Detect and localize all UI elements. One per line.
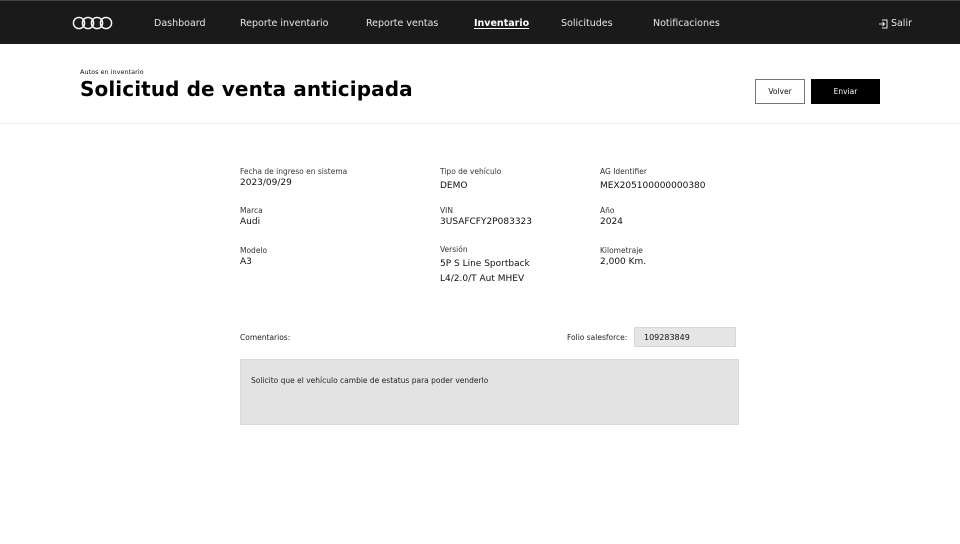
field-label: Kilometraje <box>600 246 643 255</box>
logout-button[interactable]: Salir <box>878 18 912 29</box>
nav-item-reporte-ventas[interactable]: Reporte ventas <box>366 18 438 29</box>
field-label: AG Identifier <box>600 167 647 176</box>
breadcrumb[interactable]: Autos en inventario <box>80 68 144 76</box>
back-button[interactable]: Volver <box>755 79 805 104</box>
field-kilometraje: Kilometraje 2,000 Km. <box>600 246 646 270</box>
field-label: VIN <box>440 206 453 215</box>
field-value-line2: L4/2.0/T Aut MHEV <box>440 274 525 284</box>
folio-salesforce-label: Folio salesforce: <box>567 333 628 342</box>
field-vin: VIN 3USAFCFY2P083323 <box>440 206 532 230</box>
comments-textarea[interactable]: Solicito que el vehículo cambie de estat… <box>240 359 739 425</box>
field-label: Versión <box>440 245 468 254</box>
field-label: Tipo de vehículo <box>440 167 502 176</box>
comments-label: Comentarios: <box>240 333 291 342</box>
field-label: Fecha de ingreso en sistema <box>240 167 348 176</box>
audi-rings-icon[interactable] <box>72 15 114 31</box>
logout-label: Salir <box>890 18 912 29</box>
field-value: 2023/09/29 <box>240 178 292 188</box>
field-value: 2,000 Km. <box>600 257 647 267</box>
field-marca: Marca Audi <box>240 206 263 230</box>
field-value: DEMO <box>440 181 468 191</box>
page-header: Autos en inventario Solicitud de venta a… <box>0 44 960 124</box>
field-value: MEX205100000000380 <box>600 181 706 191</box>
nav-item-reporte-inventario[interactable]: Reporte inventario <box>240 18 328 29</box>
logout-icon <box>878 19 888 28</box>
field-value-line1: 5P S Line Sportback <box>440 259 530 269</box>
field-version: Versión 5P S Line Sportback L4/2.0/T Aut… <box>440 245 530 287</box>
field-value: Audi <box>240 217 261 227</box>
field-value: A3 <box>240 257 252 267</box>
field-label: Año <box>600 206 615 215</box>
field-ag-identifier: AG Identifier MEX205100000000380 <box>600 167 706 194</box>
nav-item-notificaciones[interactable]: Notificaciones <box>653 18 720 29</box>
field-label: Modelo <box>240 246 268 255</box>
field-label: Marca <box>240 206 263 215</box>
field-modelo: Modelo A3 <box>240 246 267 270</box>
field-fecha-ingreso: Fecha de ingreso en sistema 2023/09/29 <box>240 167 347 191</box>
send-button[interactable]: Enviar <box>811 79 880 104</box>
field-value: 3USAFCFY2P083323 <box>440 217 532 227</box>
folio-salesforce-input[interactable] <box>634 327 736 347</box>
field-tipo-vehiculo: Tipo de vehículo DEMO <box>440 167 501 194</box>
top-navigation-bar: Dashboard Reporte inventario Reporte ven… <box>0 0 960 44</box>
field-anio: Año 2024 <box>600 206 623 230</box>
field-value: 2024 <box>600 217 623 227</box>
nav-item-inventario[interactable]: Inventario <box>474 18 529 29</box>
page-title: Solicitud de venta anticipada <box>80 77 413 101</box>
nav-item-dashboard[interactable]: Dashboard <box>154 18 206 29</box>
nav-item-solicitudes[interactable]: Solicitudes <box>561 18 613 29</box>
